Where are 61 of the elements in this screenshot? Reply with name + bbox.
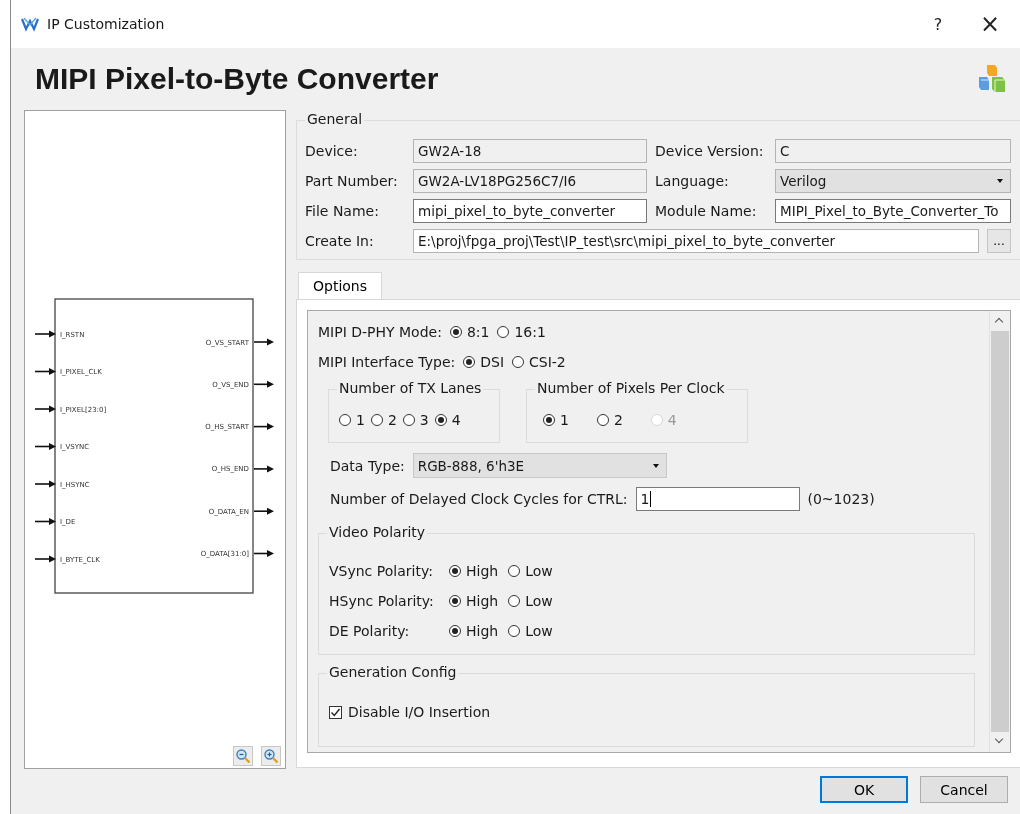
radio-option[interactable]: 4: [434, 412, 461, 428]
data-type-dropdown[interactable]: RGB-888, 6'h3E: [412, 453, 667, 478]
language-dropdown[interactable]: Verilog: [775, 169, 1011, 193]
field-label: Part Number:: [305, 173, 399, 189]
readonly-field: C: [775, 139, 1011, 163]
group-title: Video Polarity: [327, 524, 428, 540]
group-title: Number of Pixels Per Clock: [535, 380, 727, 396]
field-label: Device:: [305, 143, 359, 159]
radio-option[interactable]: DSI: [463, 354, 505, 370]
option-label: DE Polarity:: [329, 623, 411, 639]
help-button[interactable]: ?: [912, 8, 964, 40]
radio-option[interactable]: 2: [596, 412, 623, 428]
zoom-out-button[interactable]: [233, 746, 253, 766]
radio-option[interactable]: Low: [508, 623, 553, 639]
tab[interactable]: Options: [298, 272, 383, 299]
radio-option[interactable]: 1: [339, 412, 365, 428]
logo-icon: [21, 16, 39, 32]
check-icon: [330, 706, 341, 718]
scrollbar[interactable]: [989, 311, 1010, 752]
range-hint: (0~1023): [807, 490, 875, 507]
dialog-heading: MIPI Pixel-to-Byte Converter: [35, 62, 440, 96]
radio-option[interactable]: 16:1: [497, 324, 546, 340]
option-label: Number of Delayed Clock Cycles for CTRL:: [330, 490, 628, 507]
window-title: IP Customization: [47, 16, 165, 32]
dialog-button[interactable]: OK: [820, 776, 908, 803]
cubes-icon: [976, 63, 1008, 95]
radio-option[interactable]: High: [449, 623, 499, 639]
radio-option[interactable]: 3: [402, 412, 429, 428]
zoom-in-button[interactable]: [261, 746, 281, 766]
radio-option[interactable]: CSI-2: [512, 354, 566, 370]
radio-option[interactable]: 8:1: [449, 324, 490, 340]
radio-option[interactable]: 1: [543, 412, 569, 428]
field-label: Create In:: [305, 233, 375, 249]
path-field[interactable]: E:\proj\fpga_proj\Test\IP_test\src\mipi_pixel_to_byte_converter: [413, 229, 979, 253]
option-label: MIPI D-PHY Mode:: [318, 324, 442, 340]
readonly-field: GW2A-LV18PG256C7/I6: [413, 169, 647, 193]
field-label: Language:: [655, 173, 730, 189]
number-field[interactable]: 1: [635, 486, 800, 511]
field-label: Module Name:: [655, 203, 758, 219]
option-label: VSync Polarity:: [329, 563, 434, 579]
radio-option[interactable]: High: [449, 563, 499, 579]
group-title: Number of TX Lanes: [337, 380, 484, 396]
group-title: General: [305, 111, 365, 127]
option-label: HSync Polarity:: [329, 593, 435, 609]
checkbox[interactable]: Disable I/O Insertion: [329, 704, 491, 720]
radio-option[interactable]: 2: [370, 412, 397, 428]
option-label: Data Type:: [330, 457, 405, 474]
close-button[interactable]: ×: [964, 8, 1016, 40]
radio-option[interactable]: High: [449, 593, 499, 609]
group-title: Generation Config: [327, 664, 459, 680]
readonly-field: GW2A-18: [413, 139, 647, 163]
browse-button[interactable]: ...: [987, 229, 1011, 253]
radio-option[interactable]: Low: [508, 563, 553, 579]
dialog-button[interactable]: Cancel: [920, 776, 1008, 803]
text-field[interactable]: MIPI_Pixel_to_Byte_Converter_To: [775, 199, 1011, 223]
text-field[interactable]: mipi_pixel_to_byte_converter: [413, 199, 647, 223]
field-label: Device Version:: [655, 143, 765, 159]
field-label: File Name:: [305, 203, 380, 219]
radio-option: 4: [650, 412, 677, 428]
radio-option[interactable]: Low: [508, 593, 553, 609]
option-label: MIPI Interface Type:: [318, 354, 456, 370]
